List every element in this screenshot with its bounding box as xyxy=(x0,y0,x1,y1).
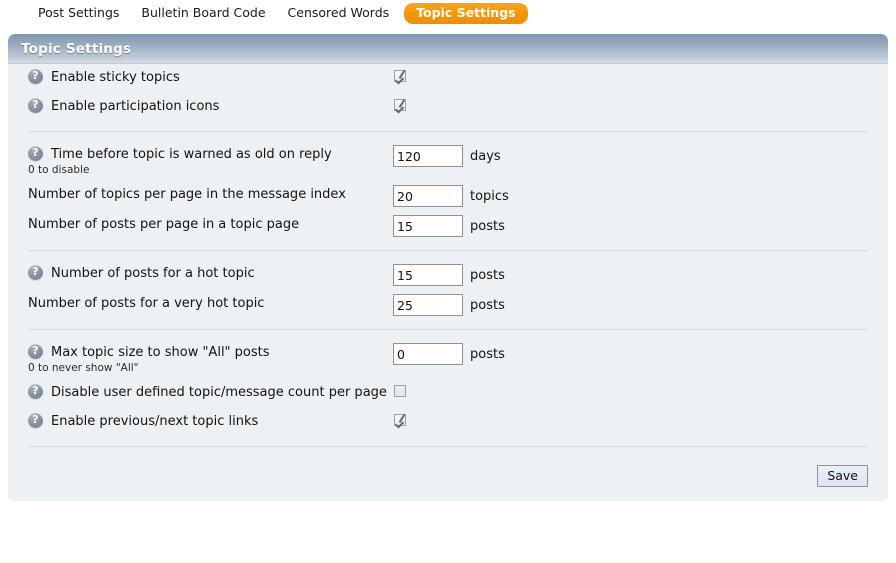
setting-checkbox[interactable] xyxy=(394,99,406,111)
setting-number-input[interactable] xyxy=(393,294,463,316)
setting-label-cell: Enable sticky topics xyxy=(28,68,393,86)
setting-row: Enable previous/next topic links xyxy=(8,408,888,437)
setting-control-cell xyxy=(393,383,406,397)
setting-label-line: Enable previous/next topic links xyxy=(28,413,393,430)
tab-censored-words[interactable]: Censored Words xyxy=(277,4,401,22)
setting-label-line: Number of posts per page in a topic page xyxy=(28,216,393,233)
setting-label-line: Number of topics per page in the message… xyxy=(28,186,393,203)
setting-label: Number of topics per page in the message… xyxy=(28,187,346,202)
help-question-icon[interactable] xyxy=(28,146,43,161)
setting-number-input[interactable] xyxy=(393,185,463,207)
setting-unit-label: days xyxy=(470,149,501,164)
setting-label: Enable previous/next topic links xyxy=(51,414,258,429)
help-question-icon[interactable] xyxy=(28,98,43,113)
setting-unit-label: posts xyxy=(470,347,505,362)
section-divider xyxy=(28,329,868,330)
setting-label-cell: Enable previous/next topic links xyxy=(28,412,393,430)
page-title: Topic Settings xyxy=(21,41,131,57)
setting-label-line: Enable participation icons xyxy=(28,98,393,115)
panel-body: Enable sticky topics Enable participation… xyxy=(8,64,888,501)
setting-control-cell: posts xyxy=(393,264,505,286)
section-divider xyxy=(28,131,868,132)
setting-checkbox[interactable] xyxy=(394,385,406,397)
setting-label-cell: Max topic size to show "All" posts 0 to n… xyxy=(28,343,393,375)
setting-checkbox[interactable] xyxy=(394,70,406,82)
setting-label-cell: Number of posts for a hot topic xyxy=(28,264,393,282)
setting-label: Time before topic is warned as old on re… xyxy=(51,147,332,162)
setting-label-cell: Number of posts per page in a topic page xyxy=(28,215,393,233)
setting-control-cell xyxy=(393,97,406,111)
help-question-icon[interactable] xyxy=(28,344,43,359)
setting-label-cell: Enable participation icons xyxy=(28,97,393,115)
topic-settings-panel: Topic Settings Enable sticky topicsEnabl… xyxy=(8,34,888,501)
setting-number-input[interactable] xyxy=(393,215,463,237)
setting-label-line: Number of posts for a hot topic xyxy=(28,265,393,282)
setting-checkbox[interactable] xyxy=(394,414,406,426)
settings-group: Time before topic is warned as old on re… xyxy=(8,141,888,241)
setting-row: Number of posts per page in a topic page… xyxy=(8,211,888,241)
setting-label-line: Max topic size to show "All" posts xyxy=(28,344,393,361)
setting-label: Enable sticky topics xyxy=(51,70,180,85)
setting-control-cell: posts xyxy=(393,294,505,316)
panel-header: Topic Settings xyxy=(8,34,888,64)
save-button[interactable]: Save xyxy=(817,465,868,487)
setting-number-input[interactable] xyxy=(393,145,463,167)
setting-label-line: Time before topic is warned as old on re… xyxy=(28,146,393,163)
setting-row: Enable participation icons xyxy=(8,93,888,122)
setting-row: Number of posts for a very hot topic post… xyxy=(8,290,888,320)
help-question-icon[interactable] xyxy=(28,265,43,280)
setting-hint: 0 to disable xyxy=(28,164,393,177)
setting-control-cell: topics xyxy=(393,185,509,207)
setting-row: Max topic size to show "All" posts 0 to n… xyxy=(8,339,888,379)
setting-label: Disable user defined topic/message count… xyxy=(51,385,387,400)
setting-label-cell: Disable user defined topic/message count… xyxy=(28,383,393,401)
settings-group: Max topic size to show "All" posts 0 to n… xyxy=(8,339,888,437)
setting-row: Number of topics per page in the message… xyxy=(8,181,888,211)
setting-label: Enable participation icons xyxy=(51,99,219,114)
setting-label-line: Enable sticky topics xyxy=(28,69,393,86)
help-question-icon[interactable] xyxy=(28,384,43,399)
setting-control-cell xyxy=(393,68,406,82)
setting-label-cell: Time before topic is warned as old on re… xyxy=(28,145,393,177)
section-divider xyxy=(28,250,868,251)
tab-topic-settings[interactable]: Topic Settings xyxy=(404,3,527,24)
setting-row: Enable sticky topics xyxy=(8,64,888,93)
settings-group: Enable sticky topics Enable participation… xyxy=(8,64,888,122)
setting-label-line: Number of posts for a very hot topic xyxy=(28,295,393,312)
setting-label: Number of posts per page in a topic page xyxy=(28,217,299,232)
settings-group: Number of posts for a hot topicpostsNumb… xyxy=(8,260,888,320)
setting-control-cell: posts xyxy=(393,215,505,237)
help-question-icon[interactable] xyxy=(28,413,43,428)
help-question-icon[interactable] xyxy=(28,69,43,84)
setting-number-input[interactable] xyxy=(393,343,463,365)
tab-post-settings[interactable]: Post Settings xyxy=(38,4,130,22)
setting-row: Disable user defined topic/message count… xyxy=(8,379,888,408)
setting-control-cell: days xyxy=(393,145,501,167)
tab-bulletin-board-code[interactable]: Bulletin Board Code xyxy=(130,4,276,22)
setting-label-cell: Number of posts for a very hot topic xyxy=(28,294,393,312)
panel-footer: Save xyxy=(8,456,888,501)
settings-tab-bar: Post SettingsBulletin Board CodeCensored… xyxy=(0,0,896,26)
setting-hint: 0 to never show "All" xyxy=(28,362,393,375)
setting-label: Number of posts for a very hot topic xyxy=(28,296,264,311)
setting-label: Number of posts for a hot topic xyxy=(51,266,255,281)
footer-divider xyxy=(28,446,868,447)
setting-row: Time before topic is warned as old on re… xyxy=(8,141,888,181)
setting-unit-label: posts xyxy=(470,268,505,283)
setting-control-cell: posts xyxy=(393,343,505,365)
setting-number-input[interactable] xyxy=(393,264,463,286)
setting-control-cell xyxy=(393,412,406,426)
setting-label-line: Disable user defined topic/message count… xyxy=(28,384,393,401)
setting-row: Number of posts for a hot topic posts xyxy=(8,260,888,290)
setting-label: Max topic size to show "All" posts xyxy=(51,345,270,360)
setting-unit-label: posts xyxy=(470,219,505,234)
setting-unit-label: posts xyxy=(470,298,505,313)
setting-unit-label: topics xyxy=(470,189,509,204)
setting-label-cell: Number of topics per page in the message… xyxy=(28,185,393,203)
